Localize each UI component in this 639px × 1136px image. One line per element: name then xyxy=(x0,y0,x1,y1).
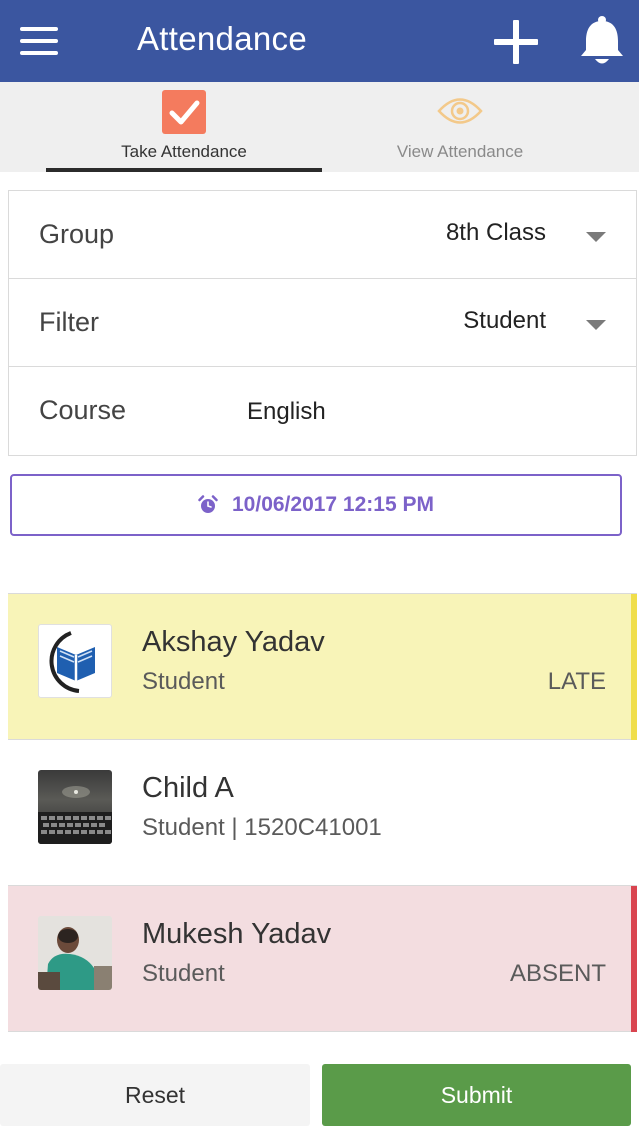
status-stripe xyxy=(631,594,637,740)
page-title: Attendance xyxy=(137,20,307,57)
status-stripe xyxy=(631,886,637,1032)
tab-view-attendance-label: View Attendance xyxy=(396,142,524,161)
list-item[interactable]: Akshay Yadav Student LATE xyxy=(8,594,637,740)
student-name: Child A xyxy=(142,772,234,804)
attendance-status: LATE xyxy=(547,668,606,695)
book-logo-avatar xyxy=(38,624,112,698)
group-row[interactable]: Group 8th Class xyxy=(9,191,636,279)
chevron-down-icon[interactable] xyxy=(586,232,606,242)
chevron-down-icon[interactable] xyxy=(586,320,606,330)
tab-take-attendance[interactable]: Take Attendance xyxy=(46,82,322,172)
eye-icon xyxy=(436,94,484,128)
plus-icon[interactable] xyxy=(492,18,542,68)
list-item[interactable]: Child A Student | 1520C41001 xyxy=(8,740,637,886)
group-select-value[interactable]: 8th Class xyxy=(446,219,546,247)
tab-take-attendance-label: Take Attendance xyxy=(121,142,247,161)
student-role: Student | 1520C41001 xyxy=(142,814,382,841)
person-photo-avatar xyxy=(38,916,112,990)
student-name: Mukesh Yadav xyxy=(142,918,332,950)
list-item[interactable]: Mukesh Yadav Student ABSENT xyxy=(8,886,637,1032)
alarm-clock-icon xyxy=(198,495,218,513)
bell-icon[interactable] xyxy=(578,14,626,68)
group-label: Group xyxy=(39,219,115,249)
student-name: Akshay Yadav xyxy=(142,626,325,658)
filter-select-value[interactable]: Student xyxy=(463,307,546,335)
tab-view-attendance[interactable]: View Attendance xyxy=(322,82,598,172)
student-role: Student xyxy=(142,960,225,987)
checkbox-checked-icon xyxy=(162,90,206,134)
student-role: Student xyxy=(142,668,225,695)
reset-button[interactable]: Reset xyxy=(0,1064,310,1126)
course-label: Course xyxy=(39,395,127,425)
course-value: English xyxy=(247,398,326,425)
attendance-tabs: Take Attendance View Attendance xyxy=(0,82,639,172)
attendance-filter-form: Group 8th Class Filter Student Course En… xyxy=(8,190,637,456)
hamburger-menu-icon[interactable] xyxy=(18,22,60,60)
keyboard-photo-avatar xyxy=(38,770,112,844)
filter-row[interactable]: Filter Student xyxy=(9,279,636,367)
attendance-screen: Attendance Take Attendance View Attendan… xyxy=(0,0,639,1136)
bottom-action-bar: Reset Submit xyxy=(0,1058,639,1136)
filter-label: Filter xyxy=(39,307,99,337)
student-list: Akshay Yadav Student LATE Child A Studen… xyxy=(8,593,637,1055)
course-row: Course English xyxy=(9,367,636,455)
datetime-picker-button[interactable]: 10/06/2017 12:15 PM xyxy=(10,474,622,536)
submit-button[interactable]: Submit xyxy=(322,1064,631,1126)
datetime-value: 10/06/2017 12:15 PM xyxy=(232,493,434,516)
attendance-status: ABSENT xyxy=(509,960,606,987)
top-app-bar: Attendance xyxy=(0,0,639,82)
